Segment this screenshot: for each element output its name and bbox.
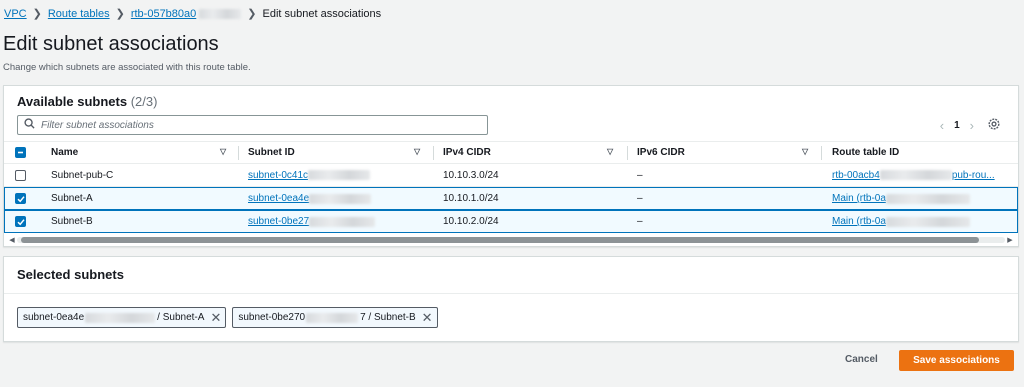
row-checkbox[interactable]: [15, 169, 26, 181]
current-page-number[interactable]: 1: [954, 120, 960, 131]
route-table-link[interactable]: Main (rtb-0a: [832, 216, 886, 227]
table-row[interactable]: Subnet-A subnet-0ea4e 10.10.1.0/24 – Mai…: [4, 187, 1018, 210]
page-description: Change which subnets are associated with…: [3, 62, 251, 73]
previous-page-icon[interactable]: ‹: [940, 118, 944, 133]
subnet-name: Subnet-A: [51, 193, 93, 204]
redacted-text: [309, 216, 376, 227]
remove-token-close-icon[interactable]: ✕: [422, 311, 433, 324]
breadcrumb-vpc-link[interactable]: VPC: [4, 8, 27, 20]
selected-subnets-panel: Selected subnets subnet-0ea4e / Subnet-A …: [3, 256, 1019, 342]
chevron-right-icon: ❯: [247, 8, 257, 20]
scrollbar-track[interactable]: [17, 236, 1005, 243]
save-associations-button[interactable]: Save associations: [899, 350, 1014, 371]
ipv6-cidr: –: [637, 216, 643, 227]
redacted-text: [885, 216, 970, 227]
breadcrumb-current: Edit subnet associations: [262, 7, 382, 20]
scroll-right-icon[interactable]: ▶: [1005, 236, 1015, 244]
row-checkbox[interactable]: [15, 193, 26, 204]
available-subnets-count: (2/3): [130, 94, 158, 109]
subnet-id-link[interactable]: subnet-0c41c: [248, 170, 308, 181]
horizontal-scrollbar[interactable]: ◀ ▶: [7, 235, 1015, 244]
selected-subnet-token: subnet-0ea4e / Subnet-A ✕: [17, 307, 227, 328]
ipv6-cidr: –: [637, 193, 643, 204]
redacted-text: [308, 170, 371, 180]
redacted-text: [879, 170, 952, 180]
remove-token-close-icon[interactable]: ✕: [210, 311, 221, 324]
redacted-text: [199, 8, 242, 19]
token-subnet-name: 7 / Subnet-B: [360, 312, 416, 323]
token-subnet-id: subnet-0be270: [238, 312, 306, 323]
filter-search-input[interactable]: [41, 119, 461, 131]
search-icon: [24, 116, 35, 134]
scrollbar-thumb[interactable]: [21, 236, 979, 243]
column-divider[interactable]: [821, 146, 822, 160]
token-subnet-name: / Subnet-A: [157, 312, 205, 323]
available-subnets-title: Available subnets: [17, 94, 128, 109]
column-divider[interactable]: [238, 146, 239, 160]
redacted-text: [309, 193, 372, 204]
sort-caret-down-icon[interactable]: ▽: [607, 147, 613, 156]
redacted-text: [85, 312, 156, 323]
table-header-row: Name ▽ Subnet ID ▽ IPv4 CIDR ▽ IPv6 CIDR…: [4, 142, 1018, 164]
redacted-text: [885, 193, 970, 204]
settings-gear-icon[interactable]: [987, 117, 1001, 131]
selected-subnet-tokens: subnet-0ea4e / Subnet-A ✕ subnet-0be270 7 …: [17, 307, 438, 328]
route-table-link-suffix[interactable]: pub-rou...: [952, 170, 995, 181]
column-header-ipv6-cidr[interactable]: IPv6 CIDR: [637, 142, 813, 163]
selected-subnets-title: Selected subnets: [17, 267, 124, 282]
sort-caret-down-icon[interactable]: ▽: [414, 147, 420, 156]
available-subnets-panel: Available subnets (2/3) ‹ 1 › Name ▽ Sub…: [3, 85, 1019, 247]
filter-search-box[interactable]: [17, 115, 488, 135]
ipv4-cidr: 10.10.1.0/24: [443, 193, 499, 204]
select-all-checkbox[interactable]: [15, 147, 26, 158]
chevron-right-icon: ❯: [32, 8, 42, 20]
sort-caret-down-icon[interactable]: ▽: [220, 147, 226, 156]
token-subnet-id: subnet-0ea4e: [23, 312, 85, 323]
breadcrumb-rtb-link[interactable]: rtb-057b80a0: [131, 8, 242, 20]
pagination: ‹ 1 ›: [940, 118, 974, 133]
subnet-name: Subnet-B: [51, 216, 93, 227]
ipv6-cidr: –: [637, 169, 643, 181]
subnet-id-link[interactable]: subnet-0ea4e: [248, 193, 309, 204]
breadcrumb-rtb-text[interactable]: rtb-057b80a0: [131, 8, 196, 20]
chevron-right-icon: ❯: [115, 8, 125, 20]
subnet-name: Subnet-pub-C: [51, 169, 114, 181]
column-divider[interactable]: [627, 146, 628, 160]
subnets-table: Name ▽ Subnet ID ▽ IPv4 CIDR ▽ IPv6 CIDR…: [4, 141, 1018, 233]
redacted-text: [306, 312, 359, 323]
column-header-route-table-id[interactable]: Route table ID: [832, 142, 1018, 163]
available-subnets-header: Available subnets (2/3): [17, 94, 157, 109]
route-table-link[interactable]: rtb-00acb4: [832, 170, 880, 181]
breadcrumb-route-tables-link[interactable]: Route tables: [48, 8, 110, 20]
column-header-ipv4-cidr[interactable]: IPv4 CIDR: [443, 142, 619, 163]
breadcrumb: VPC ❯ Route tables ❯ rtb-057b80a0 ❯ Edit…: [4, 7, 382, 21]
table-row[interactable]: Subnet-B subnet-0be27 10.10.2.0/24 – Mai…: [4, 210, 1018, 233]
row-checkbox[interactable]: [15, 216, 26, 227]
page-title: Edit subnet associations: [3, 33, 219, 55]
scroll-left-icon[interactable]: ◀: [7, 236, 17, 244]
route-table-link[interactable]: Main (rtb-0a: [832, 193, 886, 204]
sort-caret-down-icon[interactable]: ▽: [802, 147, 808, 156]
column-header-subnet-id[interactable]: Subnet ID: [248, 142, 424, 163]
cancel-button[interactable]: Cancel: [845, 354, 878, 365]
subnet-id-link[interactable]: subnet-0be27: [248, 216, 309, 227]
ipv4-cidr: 10.10.3.0/24: [443, 169, 499, 181]
table-row[interactable]: Subnet-pub-C subnet-0c41c 10.10.3.0/24 –…: [4, 164, 1018, 187]
column-divider[interactable]: [433, 146, 434, 160]
selected-subnet-token: subnet-0be270 7 / Subnet-B ✕: [232, 307, 438, 328]
divider: [4, 293, 1018, 294]
ipv4-cidr: 10.10.2.0/24: [443, 216, 499, 227]
column-header-name[interactable]: Name: [51, 142, 227, 163]
next-page-icon[interactable]: ›: [970, 118, 974, 133]
